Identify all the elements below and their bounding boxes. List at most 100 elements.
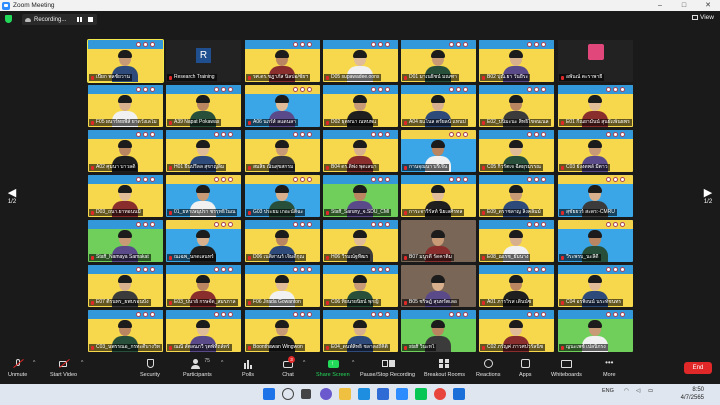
participant-tile[interactable]: H01 ฝีนปรีลล สุขาญลิ่ม — [166, 130, 241, 172]
participant-tile[interactable]: วีระพรบ_นะลีดี — [558, 220, 633, 262]
chat-button[interactable]: 3 Chat — [282, 356, 295, 378]
whiteboards-button[interactable]: Whiteboards — [551, 359, 582, 378]
participants-caret-icon[interactable]: ^ — [221, 360, 223, 366]
battery-icon[interactable]: ▭ — [648, 388, 653, 394]
participant-tile[interactable]: อพันณ์ ตะราพายี — [558, 40, 633, 82]
apps-button[interactable]: Apps — [519, 359, 532, 378]
participant-tile[interactable]: 01_ยหาเษนุปรา ชรรุทธิ์ในณ — [166, 175, 241, 217]
search-icon[interactable] — [282, 388, 294, 400]
file-explorer-icon[interactable] — [339, 388, 351, 400]
line-app-icon[interactable] — [415, 388, 427, 400]
participant-tile[interactable]: B02 ปุณิ.ยา วันยีระ — [479, 40, 554, 82]
wifi-icon[interactable]: ◠ — [624, 388, 629, 394]
participant-tile[interactable]: E04_ดนพ์สิทธิ์ ชลาลงถึคิติ — [323, 310, 398, 352]
volume-icon[interactable]: ◁ — [636, 388, 640, 394]
participant-tile[interactable]: A04 ยแไนล ตรัยลนั้ แทนป — [401, 85, 476, 127]
participant-tile[interactable]: B05 ชริษฎ์ สุนทรัตเลอ — [401, 265, 476, 307]
zoom-taskbar-icon[interactable] — [396, 388, 408, 400]
close-button[interactable]: ✕ — [696, 0, 720, 11]
participant-tile[interactable]: G03 ประยม เกอะนั่ติฉะ — [245, 175, 320, 217]
participant-tile[interactable]: staff วินะหไ — [401, 310, 476, 352]
participant-tile[interactable]: C03_นพรรณอ_กรทะดีบางวิท — [88, 310, 163, 352]
participant-tile[interactable]: E03_ปนาย์ กรษจัด_สมรภาล — [166, 265, 241, 307]
participant-tile[interactable]: B04 ดร.ดิพ่ง พุดเลนา — [323, 130, 398, 172]
view-button[interactable]: View — [692, 14, 714, 21]
start-button-icon[interactable] — [263, 388, 275, 400]
participant-tile[interactable]: ญนะเพช์ เปลนิกรง — [558, 310, 633, 352]
participant-tile[interactable]: D06 เนติสานร์ เจิมดีกุณ — [245, 220, 320, 262]
prev-page-button[interactable]: ◀ 1/2 — [4, 188, 20, 206]
store-icon[interactable] — [377, 388, 389, 400]
virtual-background-banner — [166, 310, 241, 319]
participant-tile[interactable]: B07 มนูรดี รัดคาติม — [401, 220, 476, 262]
chrome-icon[interactable] — [434, 388, 446, 400]
participant-tile[interactable]: E08_ฌเรช_ยัมนาง — [479, 220, 554, 262]
muted-mic-icon — [248, 210, 251, 215]
participant-tile[interactable]: E07 ตีรนทร_ยพบรอนบัง — [88, 265, 163, 307]
unmute-button[interactable]: Unmute — [8, 358, 27, 378]
next-page-button[interactable]: ▶ 1/2 — [700, 188, 716, 206]
teams-chat-icon[interactable] — [320, 388, 332, 400]
minimize-button[interactable]: – — [648, 0, 672, 11]
participant-tile[interactable]: C02 ภรัญค่ ภาวศปวรัลนิช — [479, 310, 554, 352]
edge-browser-icon[interactable] — [358, 388, 370, 400]
stop-recording-button[interactable] — [86, 16, 94, 24]
whiteboard-icon — [560, 359, 573, 369]
reactions-button[interactable]: Reactions — [476, 359, 500, 378]
more-button[interactable]: ••• More — [603, 359, 616, 379]
pause-stop-recording-button[interactable]: Pause/Stop Recording — [360, 359, 415, 378]
participants-button[interactable]: 75 Participants — [183, 358, 212, 378]
participant-name: ณเฉพ_นกดเลนทร์ — [174, 254, 214, 260]
breakout-rooms-button[interactable]: Breakout Rooms — [424, 359, 465, 378]
muted-mic-icon — [326, 300, 329, 305]
participant-tile[interactable]: ณณี สัตลนภวี รุตพ์ที่ถล์ทร์ — [166, 310, 241, 352]
participant-tile[interactable]: Staff_Saruny_จ.SDU_CMI — [323, 175, 398, 217]
participant-tile[interactable]: C03 ยังงดพล์ มีตาว — [558, 130, 633, 172]
zoom-meeting-taskbar-icon[interactable] — [453, 388, 465, 400]
participant-tile[interactable]: C05 กิ์วรัตเจ ฉีตผุรมรรณ — [479, 130, 554, 172]
end-meeting-button[interactable]: End — [684, 362, 712, 374]
chat-caret-icon[interactable]: ^ — [303, 360, 305, 366]
participant-tile[interactable]: A01 ภารวิรส เดินน์ซ — [479, 265, 554, 307]
participant-tile[interactable]: C06 ทิยนรยนิยน์ พุกญิ — [323, 265, 398, 307]
participant-tile[interactable]: รศ.ดร.ชฎาภัส นิลบ่อ/ชัยฯ — [245, 40, 320, 82]
participant-tile[interactable]: H06 วีรมณ์ฐทีฒร — [323, 220, 398, 262]
participant-tile[interactable]: E01 กีณยามันน์ สุนยัเเพ็นธพร — [558, 85, 633, 127]
participant-tile[interactable]: D03_ถนา.ยาทอนนมี — [88, 175, 163, 217]
audio-options-caret-icon[interactable]: ^ — [33, 360, 35, 366]
participant-tile[interactable]: การะจารีรัลท์ นิยเลศิรทล — [401, 175, 476, 217]
participant-tile[interactable]: F05 ผนาร์ทยพีส์ ยาดวังเลไม — [88, 85, 163, 127]
participant-tile[interactable]: กานจุณนา บรีเจีน — [401, 130, 476, 172]
participant-tile[interactable]: D05 supawadee.oons — [323, 40, 398, 82]
windows-taskbar: ENG ◠ ◁ ▭ 8:50 4/7/2565 — [0, 384, 720, 405]
participant-tile[interactable]: A06 นภรัส์ ลแดนลา — [245, 85, 320, 127]
participant-tile[interactable]: ณเฉพ_นกดเลนทร์ — [166, 220, 241, 262]
security-shield-icon[interactable] — [5, 15, 12, 23]
polls-button[interactable]: Polls — [242, 359, 254, 378]
participant-tile[interactable]: สุชัยยวร์ สะดร:-CMRU — [558, 175, 633, 217]
participant-tile[interactable]: C04 อรพิงนน์ นระท์ชนทร — [558, 265, 633, 307]
participant-tile[interactable]: E09_ดราชลาญ ลิงคลิมม์ — [479, 175, 554, 217]
pause-recording-button[interactable] — [75, 16, 83, 24]
task-view-icon[interactable] — [301, 389, 311, 399]
participant-name: Boonthawan Wingwon — [253, 344, 303, 350]
participant-tile[interactable]: Staff_Namaya Samakat — [88, 220, 163, 262]
security-button[interactable]: Security — [140, 359, 160, 378]
participant-tile[interactable]: สมสิย ณินสุขสกรม — [245, 130, 320, 172]
share-screen-button[interactable]: ↑ Share Screen — [316, 359, 350, 378]
participant-tile[interactable]: E02_ปนิมะนะ สิทธิไขจนเนล — [479, 85, 554, 127]
start-video-button[interactable]: Start Video — [50, 358, 77, 378]
participant-tile[interactable]: Boonthawan Wingwon — [245, 310, 320, 352]
participant-tile[interactable]: A02 ศุมนา บาวลดิ — [88, 130, 163, 172]
participant-tile[interactable]: เปียก พลชัยวาน — [87, 39, 164, 83]
participant-tile[interactable]: D02 ธุตทนา ณหบพแ — [323, 85, 398, 127]
maximize-button[interactable]: □ — [672, 0, 696, 11]
participant-tile[interactable]: R Research Training — [166, 40, 241, 82]
participant-tile[interactable]: F06 Jirada Gowanton — [245, 265, 320, 307]
participant-tile[interactable]: D01 มาเนธิชน์ มณฑา — [401, 40, 476, 82]
share-caret-icon[interactable]: ^ — [352, 360, 354, 366]
language-indicator[interactable]: ENG — [602, 388, 614, 394]
taskbar-clock[interactable]: 8:50 4/7/2565 — [681, 386, 704, 402]
participant-tile[interactable]: A39 Napat Pokawas — [166, 85, 241, 127]
video-options-caret-icon[interactable]: ^ — [81, 360, 83, 366]
